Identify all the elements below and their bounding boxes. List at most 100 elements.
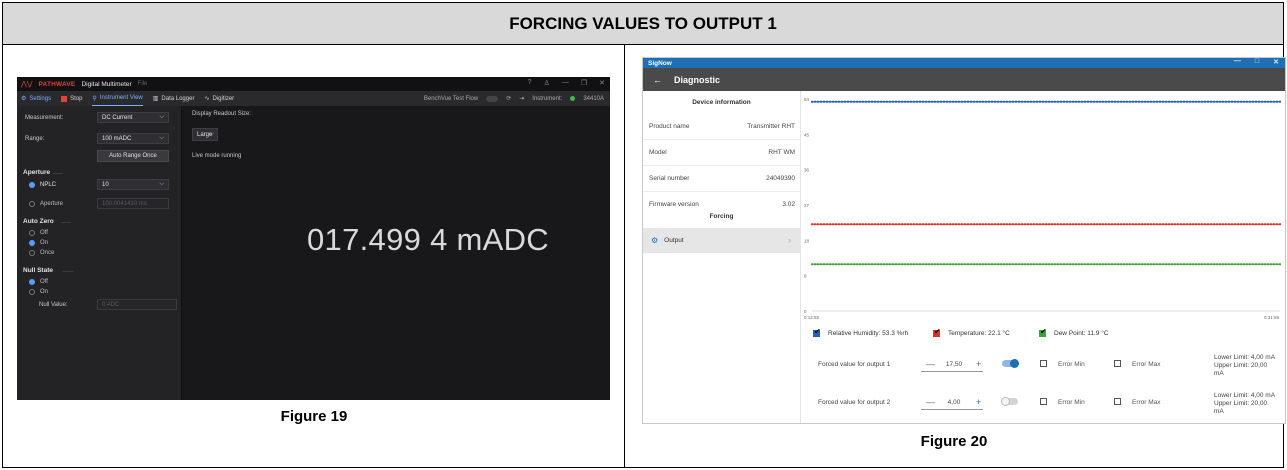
auto-zero-on-radio[interactable]: On [29, 240, 48, 246]
file-menu[interactable]: File [138, 81, 148, 87]
null-state-on-radio[interactable]: On [29, 289, 48, 295]
null-value-field[interactable]: 0 ADC [97, 299, 177, 310]
increment-button[interactable]: + [976, 397, 981, 407]
benchvue-toggle[interactable] [486, 95, 499, 102]
data-point [810, 263, 814, 266]
data-point [834, 263, 838, 266]
range-select[interactable]: 100 mADC ⌵ [97, 133, 169, 144]
tab-instrument-view[interactable]: ⚲ Instrument View [92, 91, 143, 106]
error-min-checkbox[interactable] [1040, 360, 1047, 367]
data-point [915, 263, 919, 266]
data-point [1029, 263, 1033, 266]
error-max-checkbox[interactable] [1114, 360, 1121, 367]
figure-20-caption: Figure 20 [920, 433, 988, 450]
increment-button[interactable]: + [976, 359, 981, 369]
data-point [1248, 223, 1252, 226]
error-min-checkbox[interactable] [1040, 398, 1047, 405]
minimize-button[interactable]: — [1234, 58, 1241, 66]
data-point [1212, 223, 1216, 226]
data-point [822, 223, 826, 226]
data-point [1221, 100, 1225, 103]
data-point [1239, 100, 1243, 103]
data-point [825, 263, 829, 266]
upper-limit: Upper Limit: 20,00 mA [1214, 400, 1268, 415]
lower-limit: Lower Limit: 4,00 mA [1214, 392, 1276, 399]
force-toggle[interactable] [1001, 397, 1018, 406]
auto-zero-off-radio[interactable]: Off [29, 230, 48, 236]
data-point [852, 100, 856, 103]
data-point [1170, 100, 1174, 103]
data-point [1068, 223, 1072, 226]
table-header: FORCING VALUES TO OUTPUT 1 [3, 3, 1283, 45]
data-point [1242, 263, 1246, 266]
data-point [1278, 223, 1282, 226]
aperture-label: Aperture [40, 201, 64, 207]
data-point [1065, 100, 1069, 103]
chevron-down-icon: ⌵ [159, 181, 164, 187]
data-point [1152, 223, 1156, 226]
tab-digitizer[interactable]: ∿ Digitizer [204, 95, 234, 103]
user-icon[interactable]: ♙ [544, 79, 550, 87]
decrement-button[interactable]: — [926, 359, 935, 369]
nplc-select[interactable]: 10 ⌵ [97, 179, 169, 190]
data-point [1146, 263, 1150, 266]
legend-swatch-icon: ✔ [933, 327, 941, 337]
restore-button[interactable]: ❐ [581, 79, 587, 87]
back-arrow-icon[interactable]: ← [653, 75, 662, 85]
data-point [993, 263, 997, 266]
info-label: Firmware version [649, 201, 699, 208]
data-point [888, 100, 892, 103]
page-title: Diagnostic [674, 74, 721, 85]
data-point [852, 223, 856, 226]
settings-button[interactable]: ⚙ Settings [21, 95, 51, 103]
data-point [1002, 100, 1006, 103]
data-point [1086, 100, 1090, 103]
help-icon[interactable]: ? [528, 79, 532, 87]
sidebar-item-output[interactable]: ⚙ Output › [643, 228, 801, 253]
measurement-select[interactable]: DC Current ⌵ [97, 112, 169, 123]
data-point [1230, 223, 1234, 226]
benchvue-label: BenchVue Test Flow [423, 95, 479, 102]
force-toggle[interactable] [1002, 359, 1019, 368]
data-point [855, 263, 859, 266]
data-point [1068, 100, 1072, 103]
data-point [963, 263, 967, 266]
close-button[interactable]: ✕ [599, 79, 605, 87]
data-point [903, 100, 907, 103]
auto-zero-once-radio[interactable]: Once [29, 250, 54, 256]
data-point [993, 223, 997, 226]
y-tick-label: 27 [804, 203, 810, 208]
auto-range-once-button[interactable]: Auto Range Once [97, 150, 169, 162]
device-sidebar: Device information Product name Transmitt… [643, 91, 801, 423]
data-point [1233, 263, 1237, 266]
tab-data-logger[interactable]: ▥ Data Logger [153, 95, 195, 103]
close-button[interactable]: ✕ [1273, 58, 1279, 66]
readout-size-select[interactable]: Large ⌵ [192, 128, 218, 141]
stop-button[interactable]: Stop [61, 95, 82, 102]
instrument-id[interactable]: 34410A [583, 96, 604, 102]
data-point [1197, 100, 1201, 103]
data-point [936, 100, 940, 103]
aperture-field[interactable]: 100.0041410 ms [97, 198, 169, 209]
gear-icon: ⚙ [651, 236, 659, 245]
decrement-button[interactable]: — [926, 397, 935, 407]
aperture-radio[interactable]: Aperture [29, 201, 63, 207]
error-max-checkbox[interactable] [1114, 398, 1121, 405]
export-icon[interactable]: ⇥ [519, 95, 524, 102]
settings-icon: ⚙ [21, 96, 27, 102]
data-point [1023, 263, 1027, 266]
null-state-off-radio[interactable]: Off [29, 279, 48, 285]
data-point [1089, 223, 1093, 226]
sync-icon[interactable]: ⟳ [506, 95, 511, 102]
forced-value-input[interactable]: 17,50 [941, 361, 967, 368]
data-point [924, 223, 928, 226]
minimize-button[interactable]: — [562, 79, 569, 87]
data-point [1209, 263, 1213, 266]
nplc-radio[interactable]: NPLC [29, 182, 56, 188]
maximize-button[interactable]: □ [1255, 58, 1259, 66]
data-point [1092, 223, 1096, 226]
data-point [1263, 100, 1267, 103]
info-label: Model [649, 149, 667, 156]
forced-value-input[interactable]: 4,00 [941, 399, 967, 406]
data-point [951, 100, 955, 103]
